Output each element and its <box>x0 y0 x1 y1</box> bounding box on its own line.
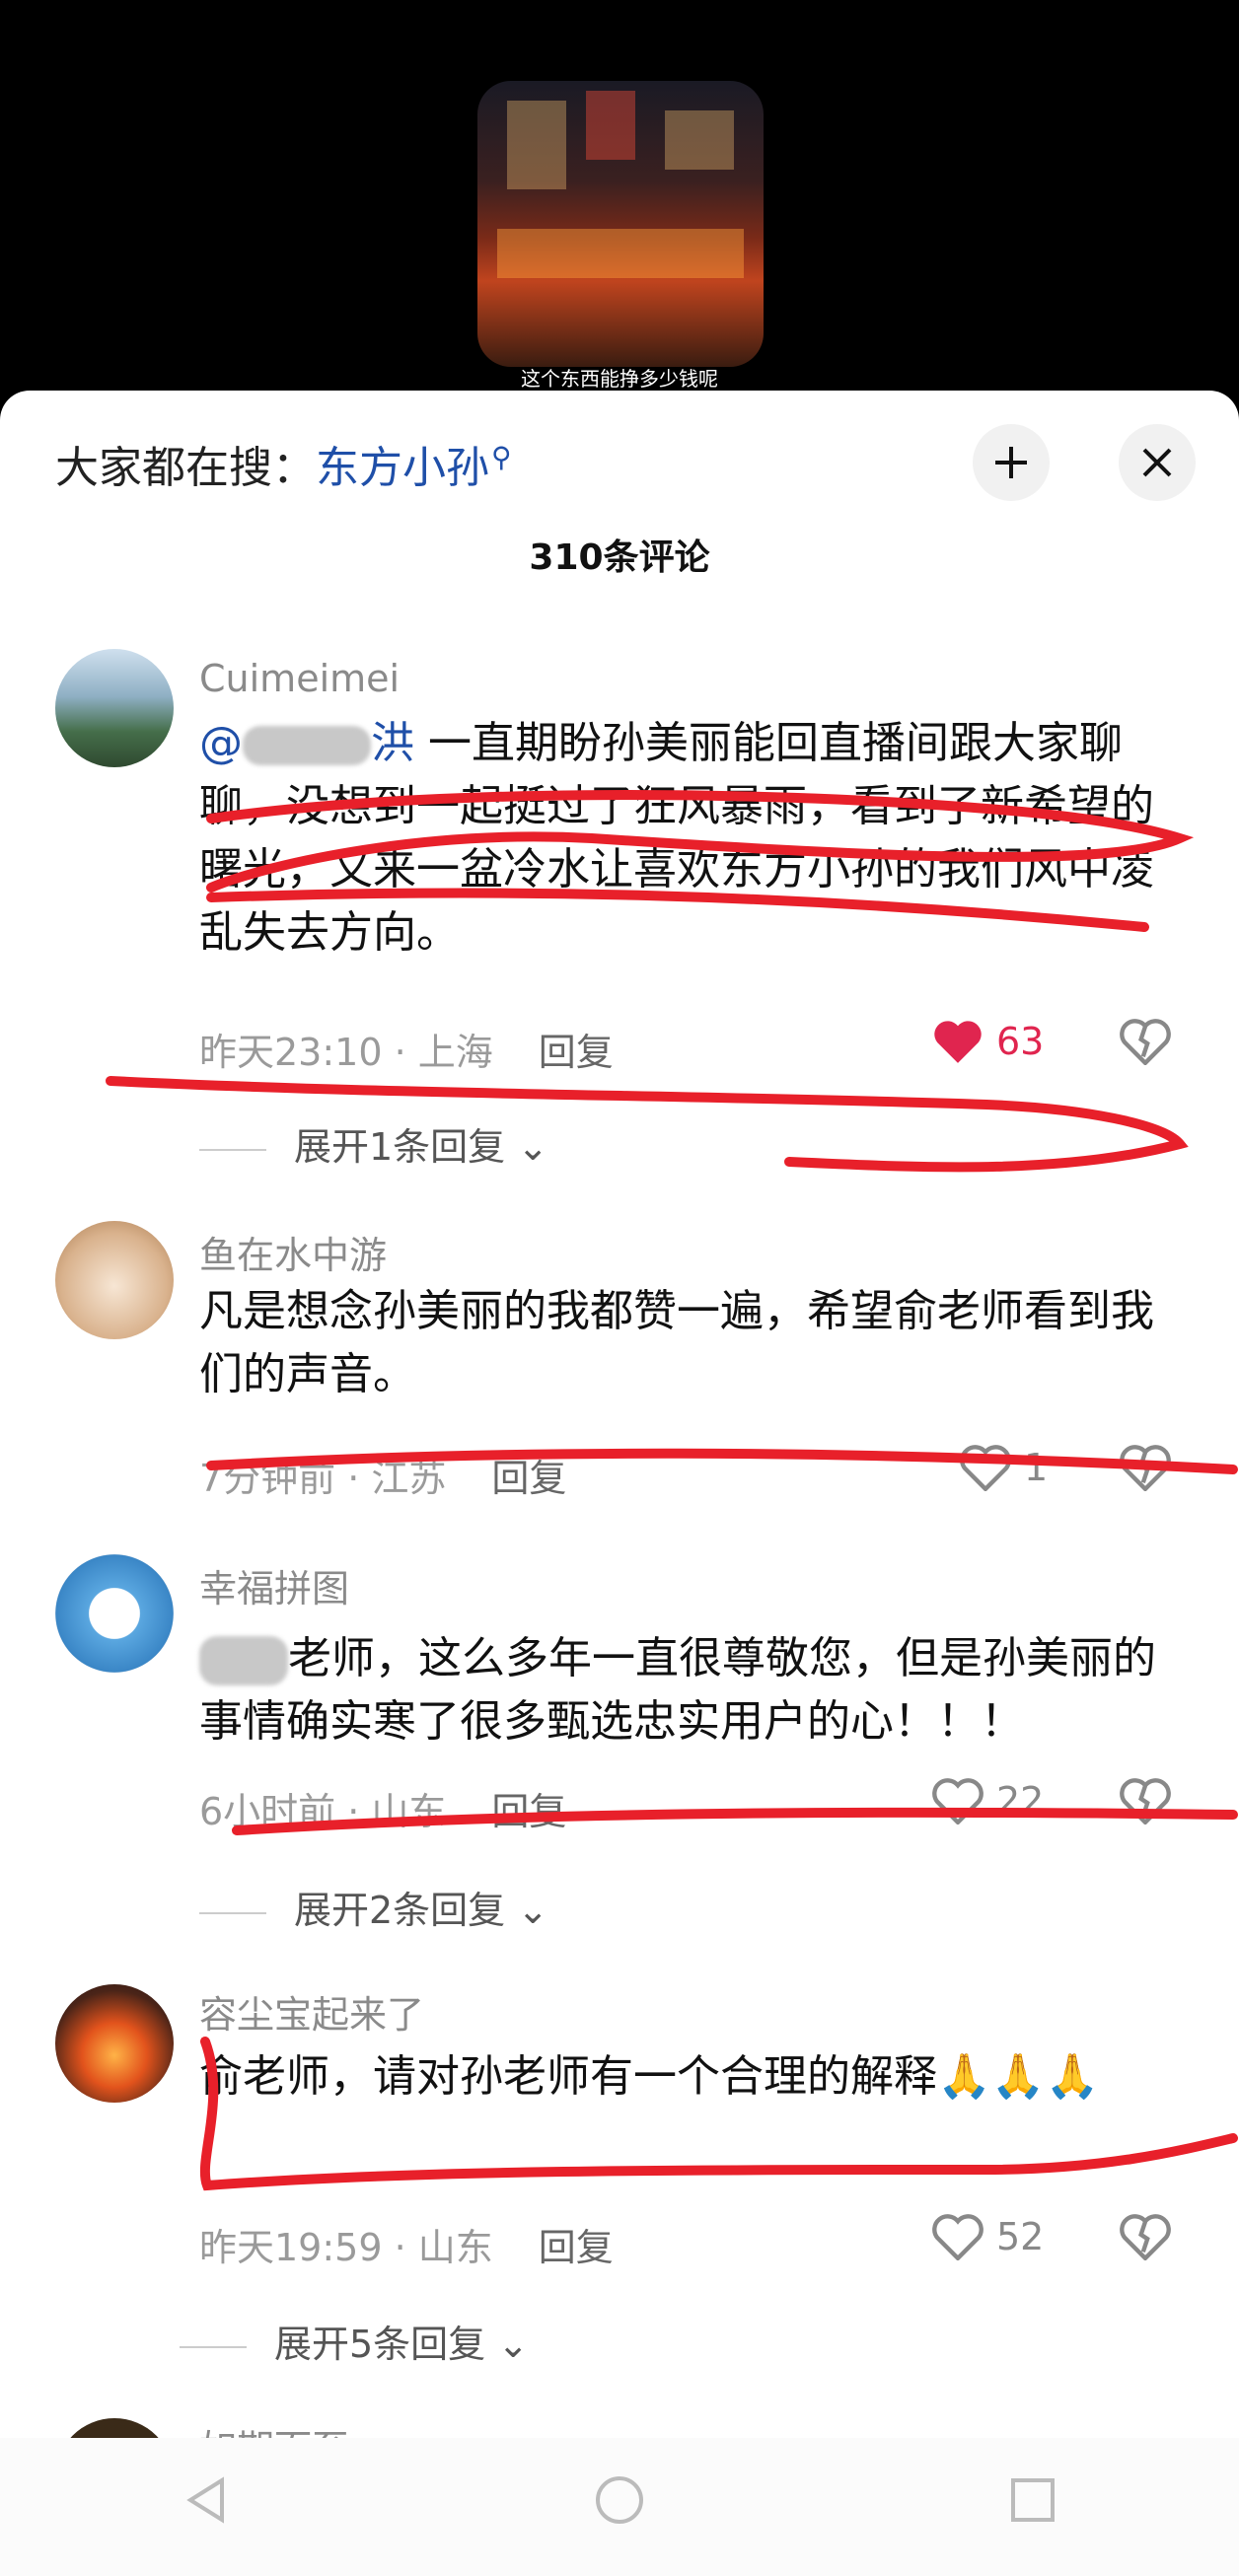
comment-meta: 昨天19:59 · 山东 回复 <box>199 2226 614 2269</box>
comment-sheet: 大家都在搜：东方小孙⚲ 310条评论 Cuimeimei @ 洪 一直期盼孙美丽能… <box>0 391 1239 2576</box>
system-navbar <box>0 2438 1239 2576</box>
broken-heart-icon[interactable] <box>1119 2213 1172 2270</box>
expand-replies[interactable]: 展开2条回复 ⌄ <box>199 1880 548 1934</box>
username[interactable]: Cuimeimei <box>199 657 400 700</box>
comment-meta: 7分钟前 · 江苏 回复 <box>199 1457 567 1500</box>
magnifier-icon: ⚲ <box>491 441 512 474</box>
expand-replies[interactable]: 展开1条回复 ⌄ <box>199 1116 548 1171</box>
like-button[interactable]: 52 <box>931 2213 1044 2260</box>
reply-button[interactable]: 回复 <box>491 1790 566 1833</box>
search-term[interactable]: 东方小孙 <box>316 443 489 493</box>
like-button[interactable]: 22 <box>931 1777 1044 1825</box>
blurred-name <box>243 726 371 765</box>
reply-button[interactable]: 回复 <box>539 1031 614 1074</box>
reply-button[interactable]: 回复 <box>491 1457 566 1500</box>
chevron-down-icon: ⌄ <box>517 1125 549 1169</box>
reply-button[interactable]: 回复 <box>539 2226 614 2269</box>
username[interactable]: 鱼在水中游 <box>199 1225 387 1279</box>
video-caption: 这个东西能挣多少钱呢 <box>521 367 718 391</box>
video-player[interactable]: 这个东西能挣多少钱呢 <box>0 0 1239 394</box>
heart-filled-icon <box>934 1021 982 1063</box>
like-button[interactable]: 1 <box>959 1444 1048 1491</box>
broken-heart-icon[interactable] <box>1119 1444 1172 1501</box>
recents-icon[interactable] <box>1005 2472 1060 2541</box>
comment-count: 310条评论 <box>529 537 710 578</box>
comment-meta: 6小时前 · 山东 回复 <box>199 1790 567 1833</box>
broken-heart-icon[interactable] <box>1119 1777 1172 1834</box>
comment-text: 俞老师，请对孙老师有一个合理的解释🙏🙏🙏 <box>199 2051 1100 2102</box>
avatar[interactable] <box>55 649 174 767</box>
avatar[interactable] <box>55 1221 174 1339</box>
comment-text: @ 洪 一直期盼孙美丽能回直播间跟大家聊聊，没想到一起挺过了狂风暴雨，看到了新希望… <box>199 718 1154 958</box>
mention[interactable]: @ 洪 <box>199 718 414 768</box>
collapse-icon[interactable] <box>973 424 1050 501</box>
expand-replies[interactable]: 展开5条回复 ⌄ <box>180 2314 529 2368</box>
chevron-down-icon: ⌄ <box>517 1889 549 1932</box>
comment-meta: 昨天23:10 · 上海 回复 <box>199 1031 614 1074</box>
back-icon[interactable] <box>179 2472 234 2541</box>
chevron-down-icon: ⌄ <box>497 2323 530 2366</box>
video-thumbnail <box>477 81 764 367</box>
heart-outline-icon <box>960 1445 1011 1491</box>
like-button[interactable]: 63 <box>931 1018 1044 1065</box>
username[interactable]: 容尘宝起来了 <box>199 1984 424 2039</box>
search-suggestion[interactable]: 大家都在搜：东方小孙⚲ <box>55 432 512 495</box>
heart-outline-icon <box>932 1778 984 1825</box>
heart-outline-icon <box>932 2214 984 2260</box>
home-icon[interactable] <box>592 2472 647 2541</box>
blurred-name <box>199 1636 288 1685</box>
comment-text: 凡是想念孙美丽的我都赞一遍，希望俞老师看到我们的声音。 <box>199 1286 1154 1399</box>
username[interactable]: 幸福拼图 <box>199 1558 349 1612</box>
broken-heart-icon[interactable] <box>1119 1018 1172 1075</box>
comment-text: 老师，这么多年一直很尊敬您，但是孙美丽的事情确实寒了很多甄选忠实用户的心！！！ <box>199 1633 1156 1747</box>
close-icon[interactable] <box>1119 424 1196 501</box>
avatar[interactable] <box>55 1984 174 2103</box>
avatar[interactable] <box>55 1554 174 1673</box>
